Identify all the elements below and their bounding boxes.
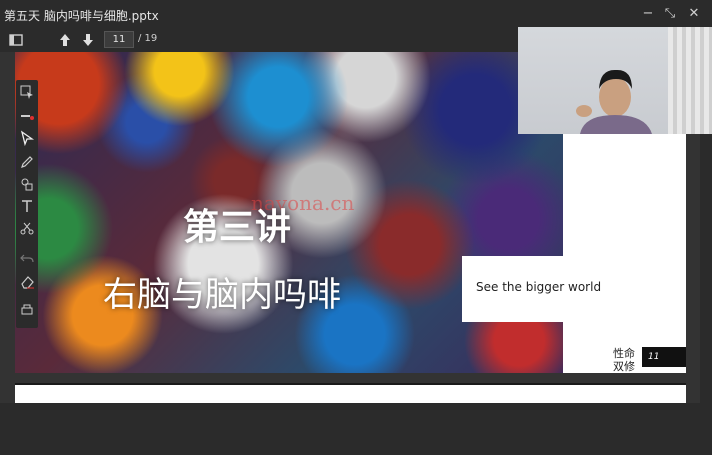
webcam-video-overlay[interactable] <box>518 27 712 134</box>
brand-line-2: 双修 <box>613 360 635 373</box>
text-icon[interactable] <box>19 198 35 214</box>
annotation-toolbar <box>16 80 38 328</box>
arrow-up-icon[interactable] <box>55 30 75 50</box>
arrow-down-icon[interactable] <box>78 30 98 50</box>
slide-heading-lecture: 第三讲 <box>183 207 292 248</box>
pen-icon[interactable] <box>19 154 35 170</box>
window-titlebar: 第五天 脑内吗啡与细胞.pptx − ⤡ ✕ <box>0 0 712 28</box>
next-slide-preview[interactable] <box>15 383 686 403</box>
shapes-icon[interactable] <box>19 176 35 192</box>
print-icon[interactable] <box>19 302 35 318</box>
presenter-figure <box>576 69 652 134</box>
caption-text: See the bigger world <box>476 280 602 294</box>
cursor-icon[interactable] <box>19 130 35 147</box>
restore-button[interactable]: ⤡ <box>660 4 680 24</box>
slide-heading-title: 右脑与脑内吗啡 <box>103 275 341 315</box>
webcam-curtain <box>668 27 712 134</box>
caption-box: See the bigger world <box>462 256 686 322</box>
minimize-button[interactable]: − <box>638 4 658 24</box>
brand-label: 性命 双修 <box>613 347 635 373</box>
laser-pointer-icon[interactable] <box>19 108 35 124</box>
page-total: / 19 <box>138 33 158 44</box>
undo-icon[interactable] <box>19 250 35 266</box>
window-title: 第五天 脑内吗啡与细胞.pptx <box>4 9 159 23</box>
page-number-input[interactable]: 11 <box>104 31 134 48</box>
scissors-icon[interactable] <box>19 220 35 236</box>
eraser-icon[interactable] <box>19 274 35 290</box>
sidebar-icon[interactable] <box>6 30 26 50</box>
close-button[interactable]: ✕ <box>684 4 704 24</box>
brand-line-1: 性命 <box>613 347 635 360</box>
vertical-scrollbar[interactable] <box>700 104 712 455</box>
select-pointer-icon[interactable] <box>19 84 35 100</box>
slide-number-bar: 11 <box>642 347 686 367</box>
